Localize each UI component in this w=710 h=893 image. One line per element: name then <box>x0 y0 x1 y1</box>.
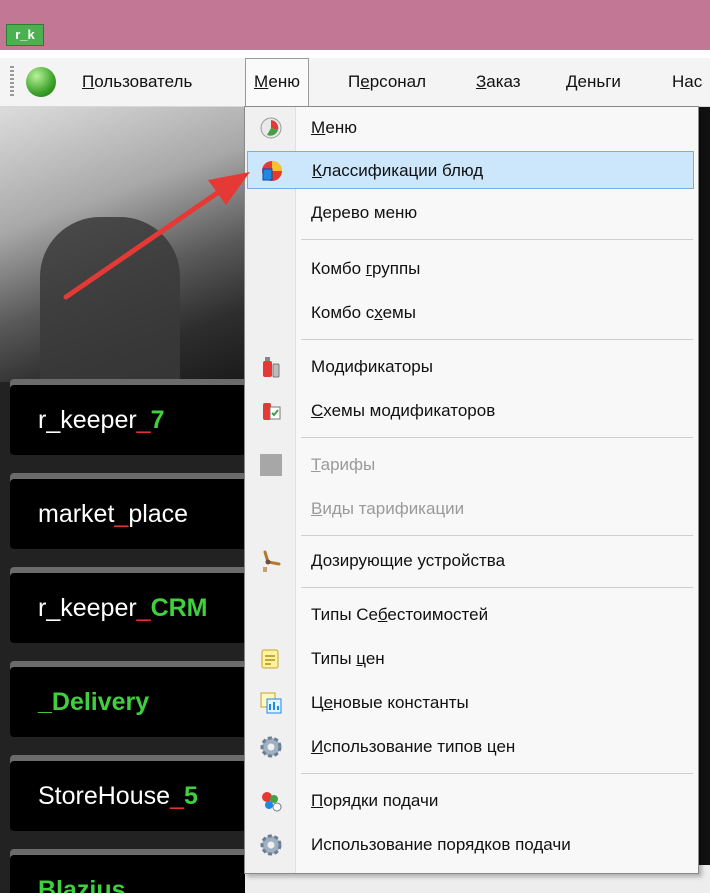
menu-dropdown: Меню Классификации блюд Дерево меню Комб… <box>244 106 699 874</box>
menu-item-tariff-types[interactable]: Виды тарификации <box>247 490 694 528</box>
menu-item-combo-schemes[interactable]: Комбо схемы <box>247 294 694 332</box>
tariffs-square-icon <box>260 454 282 476</box>
menu-separator <box>301 437 693 438</box>
main-menubar: Пользователь Меню Персонал Заказ Деньги … <box>0 58 710 107</box>
toolbar-grip[interactable] <box>10 66 14 98</box>
menu-settings[interactable]: Нас <box>672 58 702 106</box>
menu-item-dosing-devices[interactable]: Дозирующие устройства <box>247 542 694 580</box>
tile-market-place[interactable]: market_place <box>10 479 245 549</box>
classification-pie-icon <box>262 161 282 181</box>
menu-item-serving-orders[interactable]: Порядки подачи <box>247 782 694 820</box>
menu-item-price-types[interactable]: Типы цен <box>247 640 694 678</box>
tile-blazius[interactable]: Blazius <box>10 855 245 893</box>
pie-chart-icon <box>260 117 282 139</box>
menu-separator <box>301 339 693 340</box>
menu-item-combo-groups[interactable]: Комбо группы <box>247 250 694 288</box>
menu-order[interactable]: Заказ <box>476 58 521 106</box>
header-photo <box>0 107 245 397</box>
menu-item-price-constants[interactable]: Ценовые константы <box>247 684 694 722</box>
tile-r-keeper-crm[interactable]: r_keeper_CRM <box>10 573 245 643</box>
menu-menu[interactable]: Меню <box>245 58 309 106</box>
menu-item-tariffs[interactable]: Тарифы <box>247 446 694 484</box>
app-icon: r_k <box>6 24 44 46</box>
product-launcher-panel: r_keeper_7 market_place r_keeper_CRM _De… <box>0 107 245 893</box>
menu-staff[interactable]: Персонал <box>348 58 426 106</box>
modifier-schemes-icon <box>263 403 281 420</box>
menu-item-menu-tree[interactable]: Дерево меню <box>247 194 694 232</box>
window-titlebar: r_k <box>0 0 710 50</box>
menu-item-serving-orders-usage[interactable]: Использование порядков подачи <box>247 826 694 864</box>
menu-item-cost-types[interactable]: Типы Себестоимостей <box>247 596 694 634</box>
gear-icon <box>260 736 282 758</box>
menu-separator <box>301 587 693 588</box>
menu-item-modifiers[interactable]: Модификаторы <box>247 348 694 386</box>
price-types-note-icon <box>261 649 279 669</box>
status-indicator-icon <box>26 67 56 97</box>
menu-item-dish-classifications[interactable]: Классификации блюд <box>247 151 694 189</box>
serving-order-icon <box>262 792 282 812</box>
menu-separator <box>301 773 693 774</box>
tile-storehouse-5[interactable]: StoreHouse_5 <box>10 761 245 831</box>
tile-delivery[interactable]: _Delivery <box>10 667 245 737</box>
menu-item-modifier-schemes[interactable]: Схемы модификаторов <box>247 392 694 430</box>
modifiers-bottle-icon <box>263 357 280 378</box>
menu-item-menu[interactable]: Меню <box>247 109 694 147</box>
menu-separator <box>301 239 693 240</box>
tile-r-keeper-7[interactable]: r_keeper_7 <box>10 385 245 455</box>
menu-money[interactable]: Деньги <box>566 58 621 106</box>
menu-item-price-types-usage[interactable]: Использование типов цен <box>247 728 694 766</box>
price-constants-icon <box>260 692 282 714</box>
gear-icon <box>260 834 282 856</box>
menu-user[interactable]: Пользователь <box>82 58 192 106</box>
menu-separator <box>301 535 693 536</box>
dosing-device-icon <box>263 550 281 572</box>
